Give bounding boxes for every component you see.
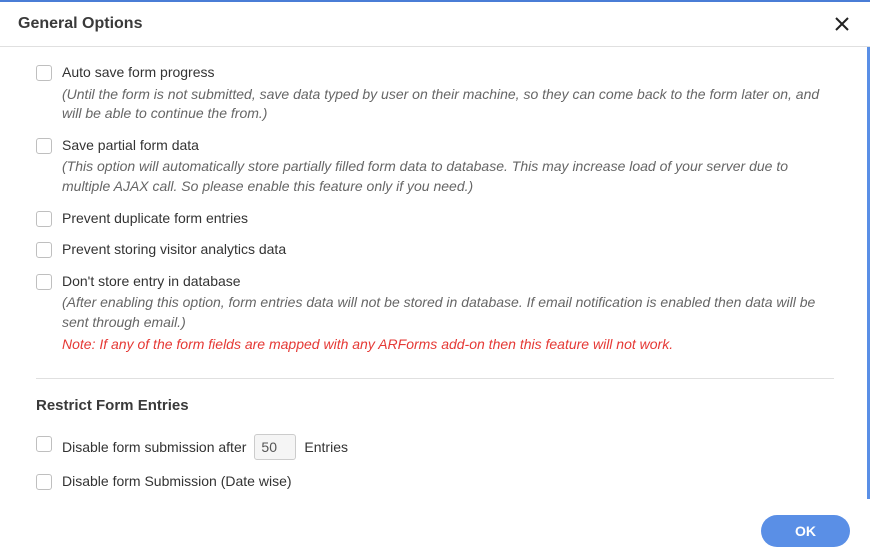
option-disable-date: Disable form Submission (Date wise) [36,466,834,498]
option-label: Don't store entry in database [62,272,834,292]
option-partial: Save partial form data (This option will… [36,130,834,203]
checkbox-nostore[interactable] [36,274,52,290]
section-title-restrict: Restrict Form Entries [36,397,834,414]
option-duplicate: Prevent duplicate form entries [36,203,834,235]
option-label-suffix: Entries [304,439,348,455]
entries-count-input[interactable] [254,434,296,460]
option-autosave: Auto save form progress (Until the form … [36,57,834,130]
close-button[interactable] [832,14,852,34]
modal-body: Auto save form progress (Until the form … [0,47,870,499]
option-analytics: Prevent storing visitor analytics data [36,234,834,266]
option-label: Disable form submission after [62,439,246,455]
checkbox-duplicate[interactable] [36,211,52,227]
modal-header: General Options [0,2,870,47]
close-icon [834,16,850,32]
option-label: Auto save form progress [62,63,834,83]
checkbox-disable-after[interactable] [36,436,52,452]
checkbox-partial[interactable] [36,138,52,154]
option-desc: (This option will automatically store pa… [62,157,834,196]
option-note: Note: If any of the form fields are mapp… [62,335,834,355]
ok-button[interactable]: OK [761,515,850,547]
option-label: Prevent storing visitor analytics data [62,240,834,260]
option-desc: (After enabling this option, form entrie… [62,293,834,332]
option-disable-after: Disable form submission after Entries [36,428,834,466]
modal: General Options Auto save form progress … [0,0,870,557]
option-label: Save partial form data [62,136,834,156]
checkbox-disable-date[interactable] [36,474,52,490]
option-nostore: Don't store entry in database (After ena… [36,266,834,360]
option-desc: (Until the form is not submitted, save d… [62,85,834,124]
option-label: Disable form Submission (Date wise) [62,472,834,492]
option-label: Prevent duplicate form entries [62,209,834,229]
page-title: General Options [18,15,142,33]
modal-footer: OK [0,499,870,557]
checkbox-autosave[interactable] [36,65,52,81]
checkbox-analytics[interactable] [36,242,52,258]
divider [36,378,834,379]
